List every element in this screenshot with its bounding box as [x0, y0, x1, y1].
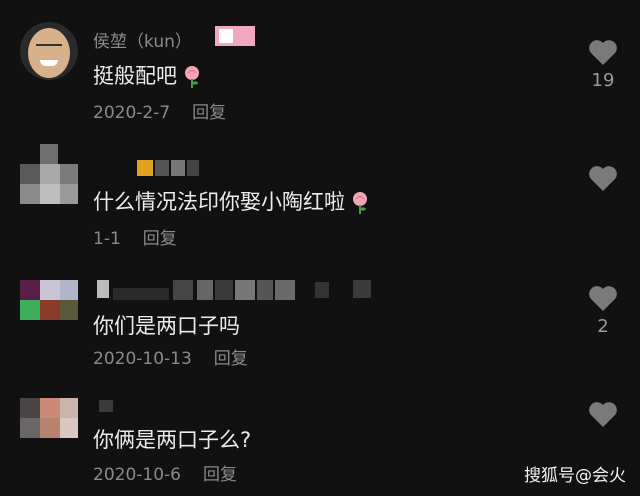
heart-icon[interactable] [588, 164, 618, 192]
heart-icon[interactable] [588, 284, 618, 312]
like-count: 19 [591, 70, 615, 91]
heart-icon[interactable] [588, 400, 618, 428]
comment-text-row: 什么情况法印你娶小陶红啦 [93, 186, 369, 216]
comment-date: 2020-10-6 [93, 465, 181, 485]
comment-meta: 2020-10-6 回复 [93, 460, 237, 485]
rose-emoji-icon [353, 192, 367, 214]
comment-username[interactable] [93, 398, 123, 414]
avatar[interactable] [20, 144, 78, 212]
comment-username[interactable] [93, 156, 203, 176]
comment-meta: 1-1 回复 [93, 224, 177, 249]
comment-text-row: 挺般配吧 [93, 60, 201, 90]
user-badge-icon [215, 26, 255, 46]
reply-button[interactable]: 回复 [192, 103, 226, 123]
comment-text: 挺般配吧 [93, 64, 177, 88]
watermark: 搜狐号@会火 [524, 466, 626, 486]
heart-icon[interactable] [588, 38, 618, 66]
comment-meta: 2020-2-7 回复 [93, 98, 226, 123]
comment-username[interactable] [93, 280, 373, 300]
comment-text: 什么情况法印你娶小陶红啦 [93, 190, 345, 214]
comment-username[interactable]: 侯堃（kun） [93, 27, 192, 52]
reply-button[interactable]: 回复 [143, 229, 177, 249]
avatar[interactable] [20, 398, 78, 438]
reply-button[interactable]: 回复 [203, 465, 237, 485]
avatar[interactable] [20, 280, 78, 320]
comment-date: 2020-2-7 [93, 103, 171, 123]
comment-date: 1-1 [93, 229, 121, 249]
reply-button[interactable]: 回复 [214, 349, 248, 369]
like-count: 2 [597, 316, 609, 337]
rose-emoji-icon [185, 66, 199, 88]
comment-text: 你们是两口子吗 [93, 314, 240, 338]
avatar[interactable] [20, 22, 78, 80]
comment-text: 你俩是两口子么? [93, 428, 252, 452]
comment-date: 2020-10-13 [93, 349, 192, 369]
comment-meta: 2020-10-13 回复 [93, 344, 248, 369]
